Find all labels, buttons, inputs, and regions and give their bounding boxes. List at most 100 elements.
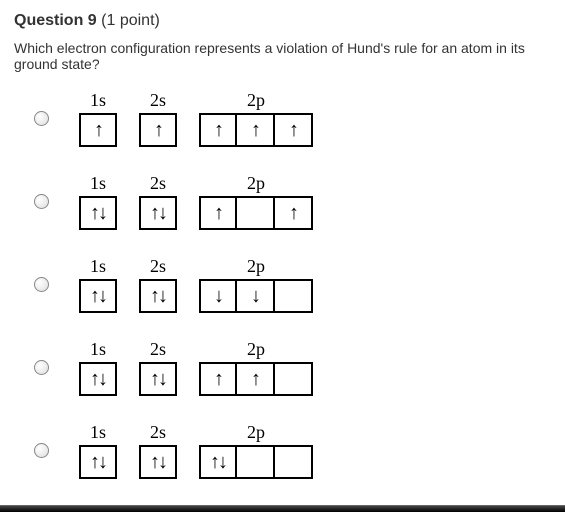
orbital-group: 2s ↑↓ — [139, 422, 177, 479]
orbital-boxes: ↑ — [139, 113, 177, 147]
orbital-label: 2p — [247, 173, 265, 194]
answer-option[interactable]: 1s↑↓2s↑↓2p↑↑ — [14, 339, 551, 396]
orbital-box: ↑ — [237, 362, 275, 396]
spin-arrow: ↑↓ — [150, 203, 166, 223]
orbital-boxes: ↑↑ — [199, 196, 313, 230]
orbital-group: 1s ↑↓ — [79, 422, 117, 479]
orbital-box: ↑↓ — [79, 279, 117, 313]
orbital-boxes: ↑↓ — [139, 279, 177, 313]
orbital-boxes: ↑↓ — [139, 196, 177, 230]
orbital-label: 2p — [247, 422, 265, 443]
radio-button[interactable] — [34, 360, 49, 375]
orbital-box: ↑↓ — [199, 445, 237, 479]
orbital-label: 1s — [90, 422, 106, 443]
spin-arrow: ↑ — [154, 120, 162, 140]
orbital-diagram: 1s ↑↓ 2s ↑↓ 2p ↑↓ — [79, 422, 313, 479]
orbital-box: ↑ — [199, 113, 237, 147]
spin-arrow: ↑ — [251, 369, 259, 389]
orbital-group: 2p↑↑↑ — [199, 90, 313, 147]
spin-arrow: ↑ — [214, 203, 222, 223]
radio-button[interactable] — [34, 194, 49, 209]
spin-arrow: ↑↓ — [150, 286, 166, 306]
orbital-boxes: ↑↓ — [79, 196, 117, 230]
orbital-box: ↓ — [237, 279, 275, 313]
orbital-label: 1s — [90, 173, 106, 194]
orbital-label: 2p — [247, 339, 265, 360]
orbital-label: 2s — [150, 256, 166, 277]
orbital-boxes: ↑↑ — [199, 362, 313, 396]
orbital-box: ↑↓ — [139, 279, 177, 313]
orbital-boxes: ↑↓ — [199, 445, 313, 479]
orbital-group: 2s ↑ — [139, 90, 177, 147]
orbital-box — [275, 445, 313, 479]
orbital-boxes: ↑↓ — [139, 362, 177, 396]
window-bottom-bar — [0, 505, 565, 512]
radio-button[interactable] — [34, 111, 49, 126]
answer-option[interactable]: 1s ↑↓ 2s ↑↓ 2p ↑↓ — [14, 422, 551, 479]
orbital-box — [237, 445, 275, 479]
question-number: Question 9 — [14, 12, 97, 29]
spin-arrow: ↑↓ — [90, 452, 106, 472]
orbital-box: ↓ — [199, 279, 237, 313]
radio-button[interactable] — [34, 443, 49, 458]
spin-arrow: ↓ — [251, 286, 259, 306]
orbital-label: 2p — [247, 256, 265, 277]
orbital-group: 2s ↑↓ — [139, 256, 177, 313]
orbital-diagram: 1s↑↓2s↑↓2p↑↑ — [79, 173, 313, 230]
spin-arrow: ↑ — [289, 203, 297, 223]
orbital-box: ↑↓ — [79, 362, 117, 396]
orbital-box: ↑↓ — [79, 445, 117, 479]
spin-arrow: ↑↓ — [150, 452, 166, 472]
orbital-boxes: ↑↓ — [79, 362, 117, 396]
spin-arrow: ↑ — [214, 120, 222, 140]
orbital-diagram: 1s↑↓2s↑↓2p↓↓ — [79, 256, 313, 313]
spin-arrow: ↑ — [251, 120, 259, 140]
spin-arrow: ↑ — [214, 369, 222, 389]
orbital-group: 2s↑↓ — [139, 173, 177, 230]
orbital-box — [275, 362, 313, 396]
orbital-box: ↑↓ — [139, 196, 177, 230]
answer-option[interactable]: 1s↑2s↑2p↑↑↑ — [14, 90, 551, 147]
spin-arrow: ↑↓ — [90, 369, 106, 389]
spin-arrow: ↑↓ — [90, 203, 106, 223]
question-points: (1 point) — [101, 12, 160, 29]
orbital-box — [275, 279, 313, 313]
orbital-boxes: ↓↓ — [199, 279, 313, 313]
orbital-label: 1s — [90, 256, 106, 277]
options-container: 1s↑2s↑2p↑↑↑1s↑↓2s↑↓2p↑↑1s↑↓2s↑↓2p↓↓1s↑↓2… — [14, 90, 551, 479]
orbital-box: ↑↓ — [139, 362, 177, 396]
orbital-group: 1s ↑↓ — [79, 256, 117, 313]
orbital-box — [237, 196, 275, 230]
orbital-group: 1s ↑↓ — [79, 173, 117, 230]
orbital-label: 2s — [150, 339, 166, 360]
orbital-box: ↑ — [199, 362, 237, 396]
answer-option[interactable]: 1s↑↓2s↑↓2p↓↓ — [14, 256, 551, 313]
orbital-label: 2s — [150, 90, 166, 111]
orbital-box: ↑ — [237, 113, 275, 147]
orbital-group: 2p↑↑ — [199, 173, 313, 230]
orbital-boxes: ↑ — [79, 113, 117, 147]
orbital-group: 2p↑↑ — [199, 339, 313, 396]
spin-arrow: ↑↓ — [150, 369, 166, 389]
question-prompt: Which electron configuration represents … — [14, 40, 551, 72]
orbital-boxes: ↑ ↑ ↑ — [199, 113, 313, 147]
spin-arrow: ↑↓ — [90, 286, 106, 306]
orbital-boxes: ↑↓ — [139, 445, 177, 479]
orbital-group: 2s ↑↓ — [139, 339, 177, 396]
spin-arrow: ↑ — [289, 120, 297, 140]
orbital-diagram: 1s↑2s↑2p↑↑↑ — [79, 90, 313, 147]
radio-button[interactable] — [34, 277, 49, 292]
question-header: Question 9 (1 point) — [14, 12, 551, 30]
orbital-diagram: 1s↑↓2s↑↓2p↑↑ — [79, 339, 313, 396]
orbital-label: 1s — [90, 90, 106, 111]
spin-arrow: ↑↓ — [210, 452, 226, 472]
orbital-box: ↑↓ — [139, 445, 177, 479]
orbital-label: 2s — [150, 422, 166, 443]
orbital-label: 1s — [90, 339, 106, 360]
answer-option[interactable]: 1s↑↓2s↑↓2p↑↑ — [14, 173, 551, 230]
spin-arrow: ↑ — [94, 120, 102, 140]
orbital-box: ↑ — [275, 113, 313, 147]
orbital-boxes: ↑↓ — [79, 279, 117, 313]
orbital-group: 1s ↑↓ — [79, 339, 117, 396]
orbital-box: ↑ — [199, 196, 237, 230]
